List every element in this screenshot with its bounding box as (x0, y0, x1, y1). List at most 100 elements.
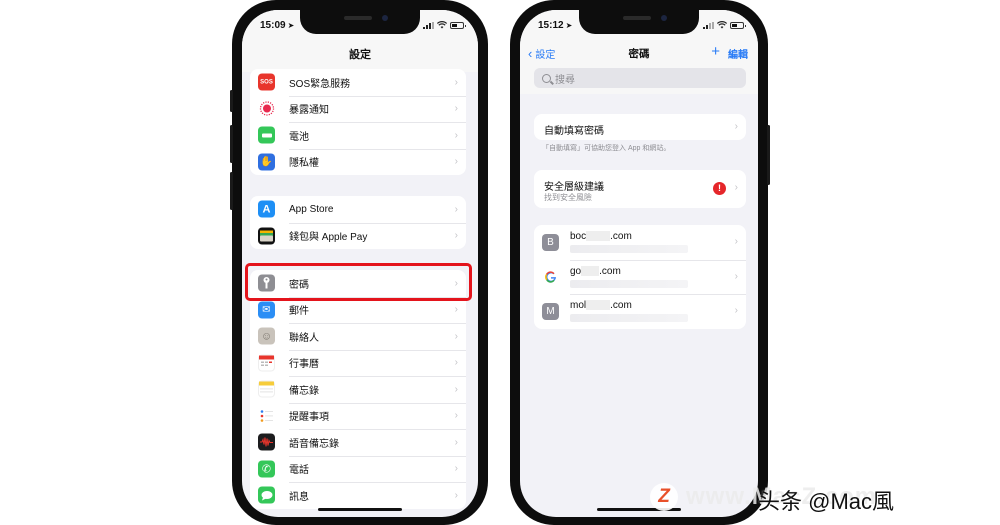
app-store-icon: A (258, 200, 275, 218)
search-input[interactable]: 搜尋 (534, 68, 746, 88)
mail-icon: ✉ (258, 301, 275, 319)
settings-item-label: 聯絡人 (289, 332, 319, 344)
chevron-right-icon: › (454, 436, 458, 448)
settings-item-sos[interactable]: SOS SOS緊急服務 › (250, 69, 466, 96)
privacy-hand-icon: ✋ (258, 153, 275, 171)
site-name: go .com (570, 265, 621, 277)
search-placeholder: 搜尋 (555, 74, 575, 86)
notes-icon (258, 380, 275, 398)
settings-item-reminders[interactable]: 提醒事項 › (250, 402, 466, 430)
settings-item-label: 行事曆 (289, 359, 319, 371)
settings-item-label: App Store (289, 203, 334, 215)
status-time: 15:12 ➤ (538, 20, 573, 31)
chevron-right-icon: › (454, 103, 458, 115)
autofill-label: 自動填寫密碼 (544, 126, 604, 137)
google-icon (542, 268, 559, 286)
redacted-text (581, 265, 600, 276)
settings-item-label: 語音備忘錄 (289, 438, 339, 450)
autofill-group: 自動填寫密碼 › (534, 114, 746, 140)
voice-memos-icon (258, 433, 275, 451)
edit-button[interactable]: 編輯 (728, 46, 748, 61)
account-row[interactable]: B boc .com › (534, 225, 746, 260)
settings-item-label: 郵件 (289, 306, 309, 318)
wallet-icon (258, 227, 275, 245)
redacted-username (570, 245, 688, 253)
redacted-text (586, 231, 611, 242)
wifi-icon (437, 21, 447, 29)
redacted-username (570, 314, 688, 322)
site-avatar-icon: M (542, 303, 559, 320)
autofill-footnote: 「自動填寫」可協助您登入 App 和網站。 (542, 145, 671, 152)
settings-screen: 15:09 ➤ 設定 SOS SOS緊急服務 › 暴露通知 › 電池 › ✋ 隱… (242, 10, 478, 517)
cellular-signal-icon (423, 21, 434, 29)
watermark-credit: 头条 @Mac風 (758, 489, 895, 514)
settings-item-battery[interactable]: 電池 › (250, 122, 466, 149)
messages-icon (258, 486, 275, 504)
phone-settings: 15:09 ➤ 設定 SOS SOS緊急服務 › 暴露通知 › 電池 › ✋ 隱… (230, 0, 488, 525)
settings-item-calendar[interactable]: 行事曆 › (250, 349, 466, 377)
settings-item-exposure[interactable]: 暴露通知 › (250, 95, 466, 123)
redacted-text (586, 300, 611, 311)
battery-status-icon (450, 21, 466, 29)
settings-item-voice-memos[interactable]: 語音備忘錄 › (250, 429, 466, 456)
chevron-right-icon: › (454, 129, 458, 141)
settings-item-privacy[interactable]: ✋ 隱私權 › (250, 148, 466, 176)
settings-item-label: 電池 (289, 131, 309, 143)
chevron-right-icon: › (454, 304, 458, 316)
account-row[interactable]: go .com › (534, 259, 746, 295)
home-indicator[interactable] (318, 508, 402, 511)
chevron-right-icon: › (454, 330, 458, 342)
security-recommendations-item[interactable]: 安全層級建議 找到安全風險 ! › (534, 170, 746, 208)
power-button (767, 125, 770, 185)
watermark: Z www.MacZ.com 头条 @Mac風 (650, 482, 894, 514)
page-title: 密碼 (628, 48, 650, 60)
notch (579, 10, 699, 34)
highlight-box-passwords (245, 263, 472, 301)
autofill-passwords-item[interactable]: 自動填寫密碼 › (534, 114, 746, 140)
chevron-right-icon: › (734, 305, 738, 316)
chevron-right-icon: › (454, 76, 458, 88)
settings-item-contacts[interactable]: ☺ 聯絡人 › (250, 323, 466, 350)
chevron-right-icon: › (734, 236, 738, 247)
settings-group-emergency: SOS SOS緊急服務 › 暴露通知 › 電池 › ✋ 隱私權 › (250, 69, 466, 175)
chevron-right-icon: › (454, 203, 458, 215)
settings-item-wallet[interactable]: 錢包與 Apple Pay › (250, 222, 466, 250)
location-icon: ➤ (287, 21, 295, 30)
chevron-right-icon: › (734, 182, 738, 193)
phone-icon: ✆ (258, 460, 275, 478)
settings-item-label: 暴露通知 (289, 105, 329, 117)
settings-item-label: 訊息 (289, 491, 309, 503)
security-label: 安全層級建議 (544, 182, 604, 193)
volume-down-button (230, 172, 233, 210)
battery-icon (258, 126, 275, 144)
reminders-icon (258, 407, 275, 425)
sos-icon: SOS (258, 73, 275, 91)
settings-item-app-store[interactable]: A App Store › (250, 196, 466, 223)
battery-status-icon (730, 21, 746, 29)
security-group: 安全層級建議 找到安全風險 ! › (534, 170, 746, 208)
settings-item-messages[interactable]: 訊息 › (250, 482, 466, 509)
settings-item-label: SOS緊急服務 (289, 78, 351, 90)
alert-badge-icon: ! (713, 182, 726, 195)
chevron-right-icon: › (454, 357, 458, 369)
add-password-button[interactable]: + (711, 43, 720, 60)
settings-item-label: 錢包與 Apple Pay (289, 232, 368, 244)
settings-item-phone[interactable]: ✆ 電話 › (250, 455, 466, 483)
volume-up-button (230, 125, 233, 163)
stage: 15:09 ➤ 設定 SOS SOS緊急服務 › 暴露通知 › 電池 › ✋ 隱… (0, 0, 1000, 525)
calendar-icon (258, 354, 275, 372)
settings-group-store: A App Store › 錢包與 Apple Pay › (250, 196, 466, 249)
settings-group-apps: 密碼 › ✉ 郵件 › ☺ 聯絡人 › 行事曆 › 備忘錄 › 提醒事項 › 語… (250, 270, 466, 509)
site-name: mol .com (570, 300, 632, 311)
settings-item-label: 備忘錄 (289, 385, 319, 397)
settings-item-label: 電話 (289, 465, 309, 477)
accounts-group: B boc .com › go .com › M mol .com › (534, 225, 746, 329)
watermark-logo-icon: Z (650, 483, 678, 511)
security-subtitle: 找到安全風險 (544, 193, 592, 202)
status-time: 15:09 ➤ (260, 20, 295, 31)
chevron-right-icon: › (454, 463, 458, 475)
silent-switch (230, 90, 233, 112)
settings-item-notes[interactable]: 備忘錄 › (250, 376, 466, 403)
account-row[interactable]: M mol .com › (534, 294, 746, 329)
redacted-username (570, 279, 688, 288)
